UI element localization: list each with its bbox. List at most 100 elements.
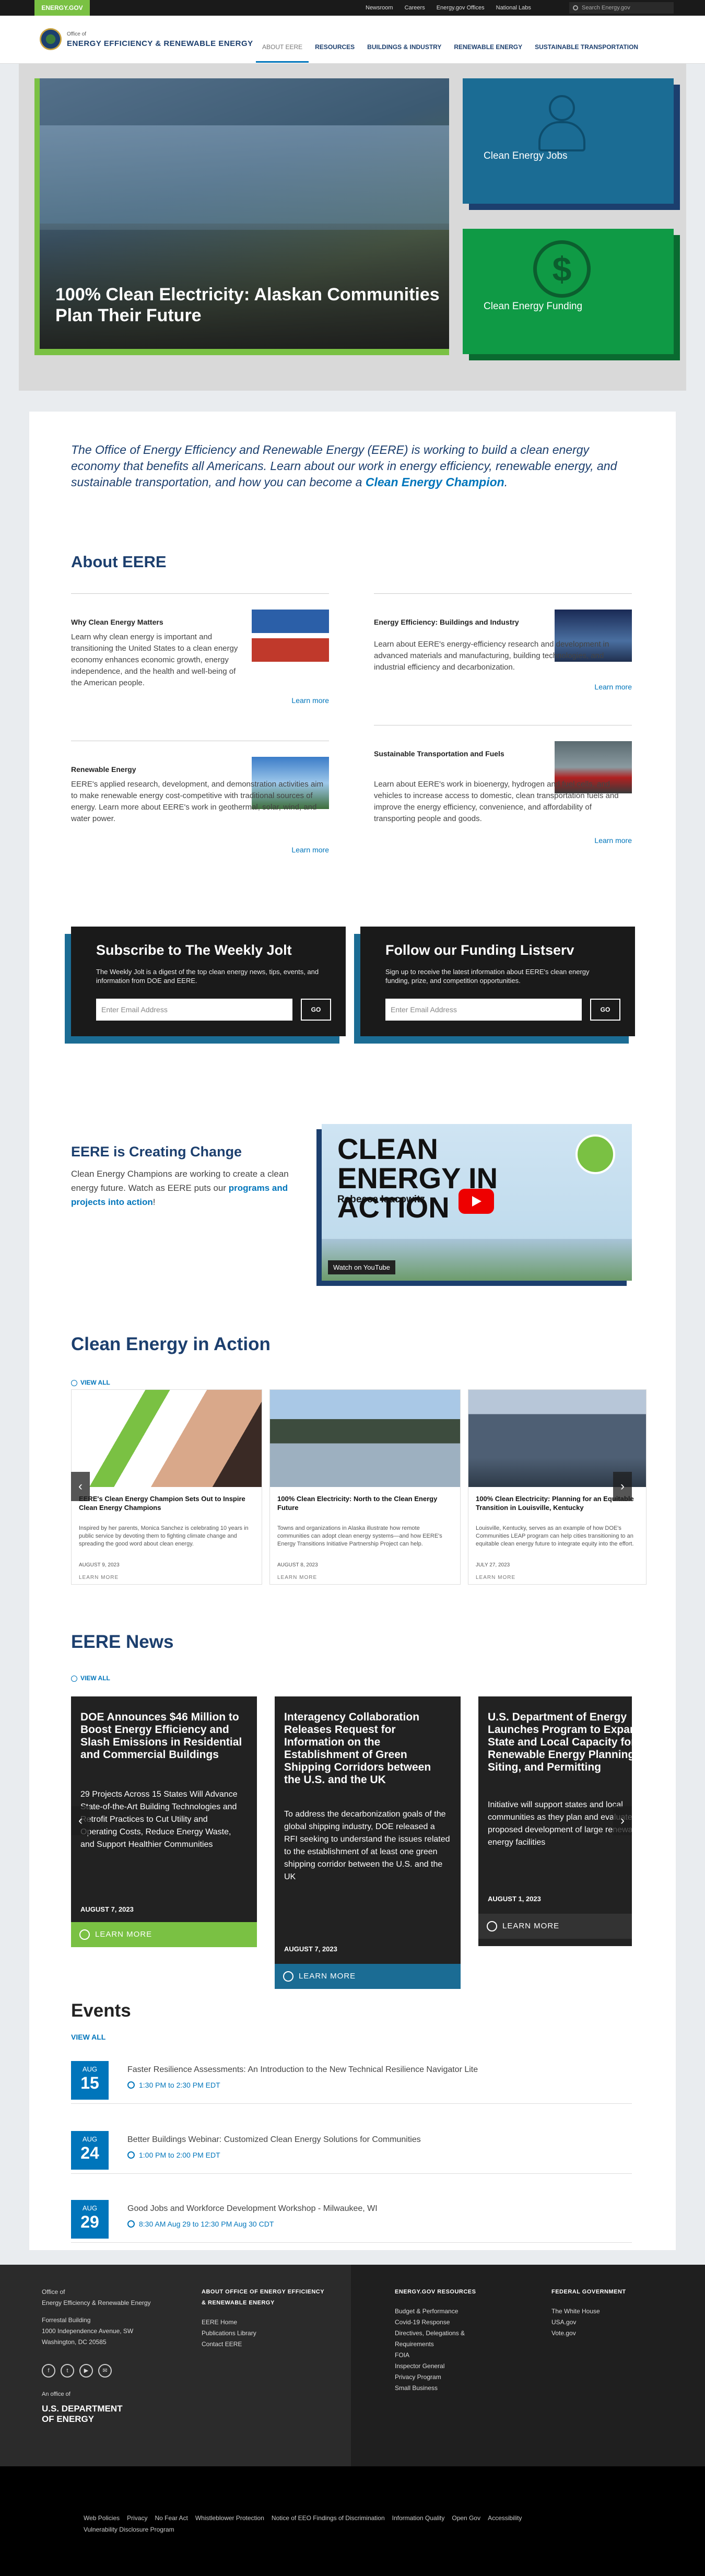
event-item[interactable]: AUG 29 Good Jobs and Workforce Developmen… [71, 2193, 632, 2243]
nav-about-eere[interactable]: ABOUT EERE [256, 31, 309, 63]
youtube-icon[interactable]: ▶ [79, 2364, 93, 2378]
footer-link[interactable]: FOIA [395, 2350, 494, 2361]
news-card[interactable]: U.S. Department of Energy Launches Progr… [478, 1696, 632, 1946]
cea-slide[interactable]: 100% Clean Electricity: North to the Cle… [269, 1389, 461, 1585]
news-text: To address the decarbonization goals of … [284, 1810, 450, 1881]
learn-more-link[interactable]: Learn more [594, 683, 632, 691]
utility-link-labs[interactable]: National Labs [496, 5, 531, 11]
event-title[interactable]: Good Jobs and Workforce Development Work… [127, 2204, 378, 2214]
nav-buildings-industry[interactable]: BUILDINGS & INDUSTRY [361, 31, 448, 63]
youtube-video-embed[interactable]: CLEAN ENERGY IN ACTION Rebecca Isacowitz… [322, 1124, 632, 1281]
bottom-link[interactable]: Vulnerability Disclosure Program [84, 2526, 174, 2533]
carousel-prev-button[interactable]: ‹ [71, 1472, 90, 1501]
nav-sustainable-transportation[interactable]: SUSTAINABLE TRANSPORTATION [528, 31, 644, 63]
nav-renewable-energy[interactable]: RENEWABLE ENERGY [448, 31, 528, 63]
twitter-icon[interactable]: t [61, 2364, 74, 2378]
footer-link[interactable]: Directives, Delegations & Requirements [395, 2328, 494, 2350]
footer-link[interactable]: Publications Library [202, 2328, 327, 2339]
bottom-link[interactable]: Whistleblower Protection [195, 2514, 264, 2522]
footer-office-name[interactable]: Energy Efficiency & Renewable Energy [42, 2298, 167, 2309]
event-item[interactable]: AUG 15 Faster Resilience Assessments: An … [71, 2054, 632, 2104]
event-item[interactable]: AUG 24 Better Buildings Webinar: Customiz… [71, 2124, 632, 2174]
news-prev-button[interactable]: ‹ [71, 1806, 90, 1835]
learn-more-link[interactable]: LEARN MORE [478, 1914, 632, 1939]
news-view-all-link[interactable]: VIEW ALL [71, 1675, 110, 1682]
doe-seal-logo[interactable] [40, 28, 62, 50]
intro-end: . [504, 475, 508, 489]
learn-more-link[interactable]: LEARN MORE [275, 1964, 461, 1989]
bottom-link[interactable]: Information Quality [392, 2514, 445, 2522]
go-button[interactable]: GO [301, 999, 331, 1021]
clean-energy-jobs-tile[interactable]: Clean Energy Jobs [463, 78, 674, 204]
go-button[interactable]: GO [590, 999, 620, 1021]
learn-more-link[interactable]: LEARN MORE [71, 1922, 257, 1947]
main-nav: ABOUT EERE RESOURCES BUILDINGS & INDUSTR… [256, 31, 644, 63]
email-field[interactable]: Enter Email Address [385, 999, 582, 1021]
footer-col-resources: ENERGY.GOV RESOURCES Budget & Performanc… [395, 2287, 494, 2394]
weekly-jolt-signup: Subscribe to The Weekly Jolt The Weekly … [71, 927, 346, 1036]
footer-link[interactable]: The White House [551, 2306, 656, 2317]
utility-link-careers[interactable]: Careers [405, 5, 425, 11]
footer-link[interactable]: EERE Home [202, 2317, 327, 2328]
learn-more-link[interactable]: Learn more [291, 846, 329, 854]
facebook-icon[interactable]: f [42, 2364, 55, 2378]
doe-logo[interactable]: U.S. DEPARTMENT OF ENERGY [42, 2404, 136, 2425]
footer-link[interactable]: Inspector General [395, 2361, 494, 2372]
news-next-button[interactable]: › [613, 1806, 632, 1835]
footer-link[interactable]: Covid-19 Response [395, 2317, 494, 2328]
bottom-link[interactable]: Web Policies [84, 2514, 120, 2522]
footer-link[interactable]: Vote.gov [551, 2328, 656, 2339]
about-heading: About EERE [71, 553, 167, 571]
play-button[interactable] [459, 1189, 494, 1214]
footer-col-title: FEDERAL GOVERNMENT [551, 2289, 626, 2295]
search-input[interactable]: Search Energy.gov [569, 2, 674, 14]
event-title[interactable]: Better Buildings Webinar: Customized Cle… [127, 2135, 421, 2145]
event-title[interactable]: Faster Resilience Assessments: An Introd… [127, 2065, 478, 2075]
clean-energy-funding-tile[interactable]: $ Clean Energy Funding [463, 229, 674, 354]
utility-link-newsroom[interactable]: Newsroom [366, 5, 393, 11]
about-card-title[interactable]: Sustainable Transportation and Fuels [374, 750, 504, 758]
about-card-text: Learn about EERE's energy-efficiency res… [374, 640, 609, 672]
footer-link[interactable]: Privacy Program [395, 2372, 494, 2383]
email-field[interactable]: Enter Email Address [96, 999, 292, 1021]
footer-link[interactable]: USA.gov [551, 2317, 656, 2328]
watch-on-youtube-button[interactable]: Watch on YouTube [328, 1260, 395, 1274]
about-card-title[interactable]: Why Clean Energy Matters [71, 618, 163, 626]
clean-energy-champion-link[interactable]: Clean Energy Champion [366, 475, 504, 489]
nav-resources[interactable]: RESOURCES [309, 31, 361, 63]
cea-slide[interactable]: EERE's Clean Energy Champion Sets Out to… [71, 1389, 262, 1585]
site-header: Office of ENERGY EFFICIENCY & RENEWABLE … [0, 16, 705, 64]
eere-news-heading: EERE News [71, 1632, 174, 1652]
learn-more-link[interactable]: LEARN MORE [277, 1575, 317, 1580]
learn-more-link[interactable]: Learn more [594, 836, 632, 845]
learn-more-link[interactable]: Learn more [291, 696, 329, 705]
bottom-links: Web Policies Privacy No Fear Act Whistle… [84, 2514, 564, 2533]
footer-link[interactable]: Contact EERE [202, 2339, 327, 2350]
learn-more-link[interactable]: LEARN MORE [476, 1575, 515, 1580]
bottom-link[interactable]: Notice of EEO Findings of Discrimination [272, 2514, 385, 2522]
events-view-all-link[interactable]: VIEW ALL [71, 2033, 105, 2041]
bottom-link[interactable]: Privacy [127, 2514, 147, 2522]
circle-arrow-icon [487, 1921, 497, 1931]
learn-more-label: LEARN MORE [95, 1930, 152, 1939]
about-card-title[interactable]: Renewable Energy [71, 765, 136, 774]
news-card[interactable]: Interagency Collaboration Releases Reque… [275, 1696, 461, 1989]
about-card-title[interactable]: Energy Efficiency: Buildings and Industr… [374, 618, 519, 626]
email-icon[interactable]: ✉ [98, 2364, 112, 2378]
slide-text: Louisville, Kentucky, serves as an examp… [476, 1525, 634, 1547]
learn-more-link[interactable]: LEARN MORE [79, 1575, 119, 1580]
cea-view-all-link[interactable]: VIEW ALL [71, 1379, 110, 1386]
footer-link[interactable]: Budget & Performance [395, 2306, 494, 2317]
footer-office-line: Office of [42, 2288, 65, 2296]
bottom-link[interactable]: Accessibility [488, 2514, 522, 2522]
energy-gov-brand[interactable]: ENERGY.GOV [34, 0, 90, 16]
news-card[interactable]: DOE Announces $46 Million to Boost Energ… [71, 1696, 257, 1947]
bottom-link[interactable]: Open Gov [452, 2514, 480, 2522]
utility-bar: ENERGY.GOV Newsroom Careers Energy.gov O… [0, 0, 705, 16]
bottom-link[interactable]: No Fear Act [155, 2514, 187, 2522]
carousel-next-button[interactable]: › [613, 1472, 632, 1501]
eere-wordmark[interactable]: ENERGY EFFICIENCY & RENEWABLE ENERGY [67, 39, 253, 48]
hero-feature[interactable]: 100% Clean Electricity: Alaskan Communit… [34, 78, 449, 355]
utility-link-offices[interactable]: Energy.gov Offices [437, 5, 485, 11]
footer-link[interactable]: Small Business [395, 2383, 494, 2394]
